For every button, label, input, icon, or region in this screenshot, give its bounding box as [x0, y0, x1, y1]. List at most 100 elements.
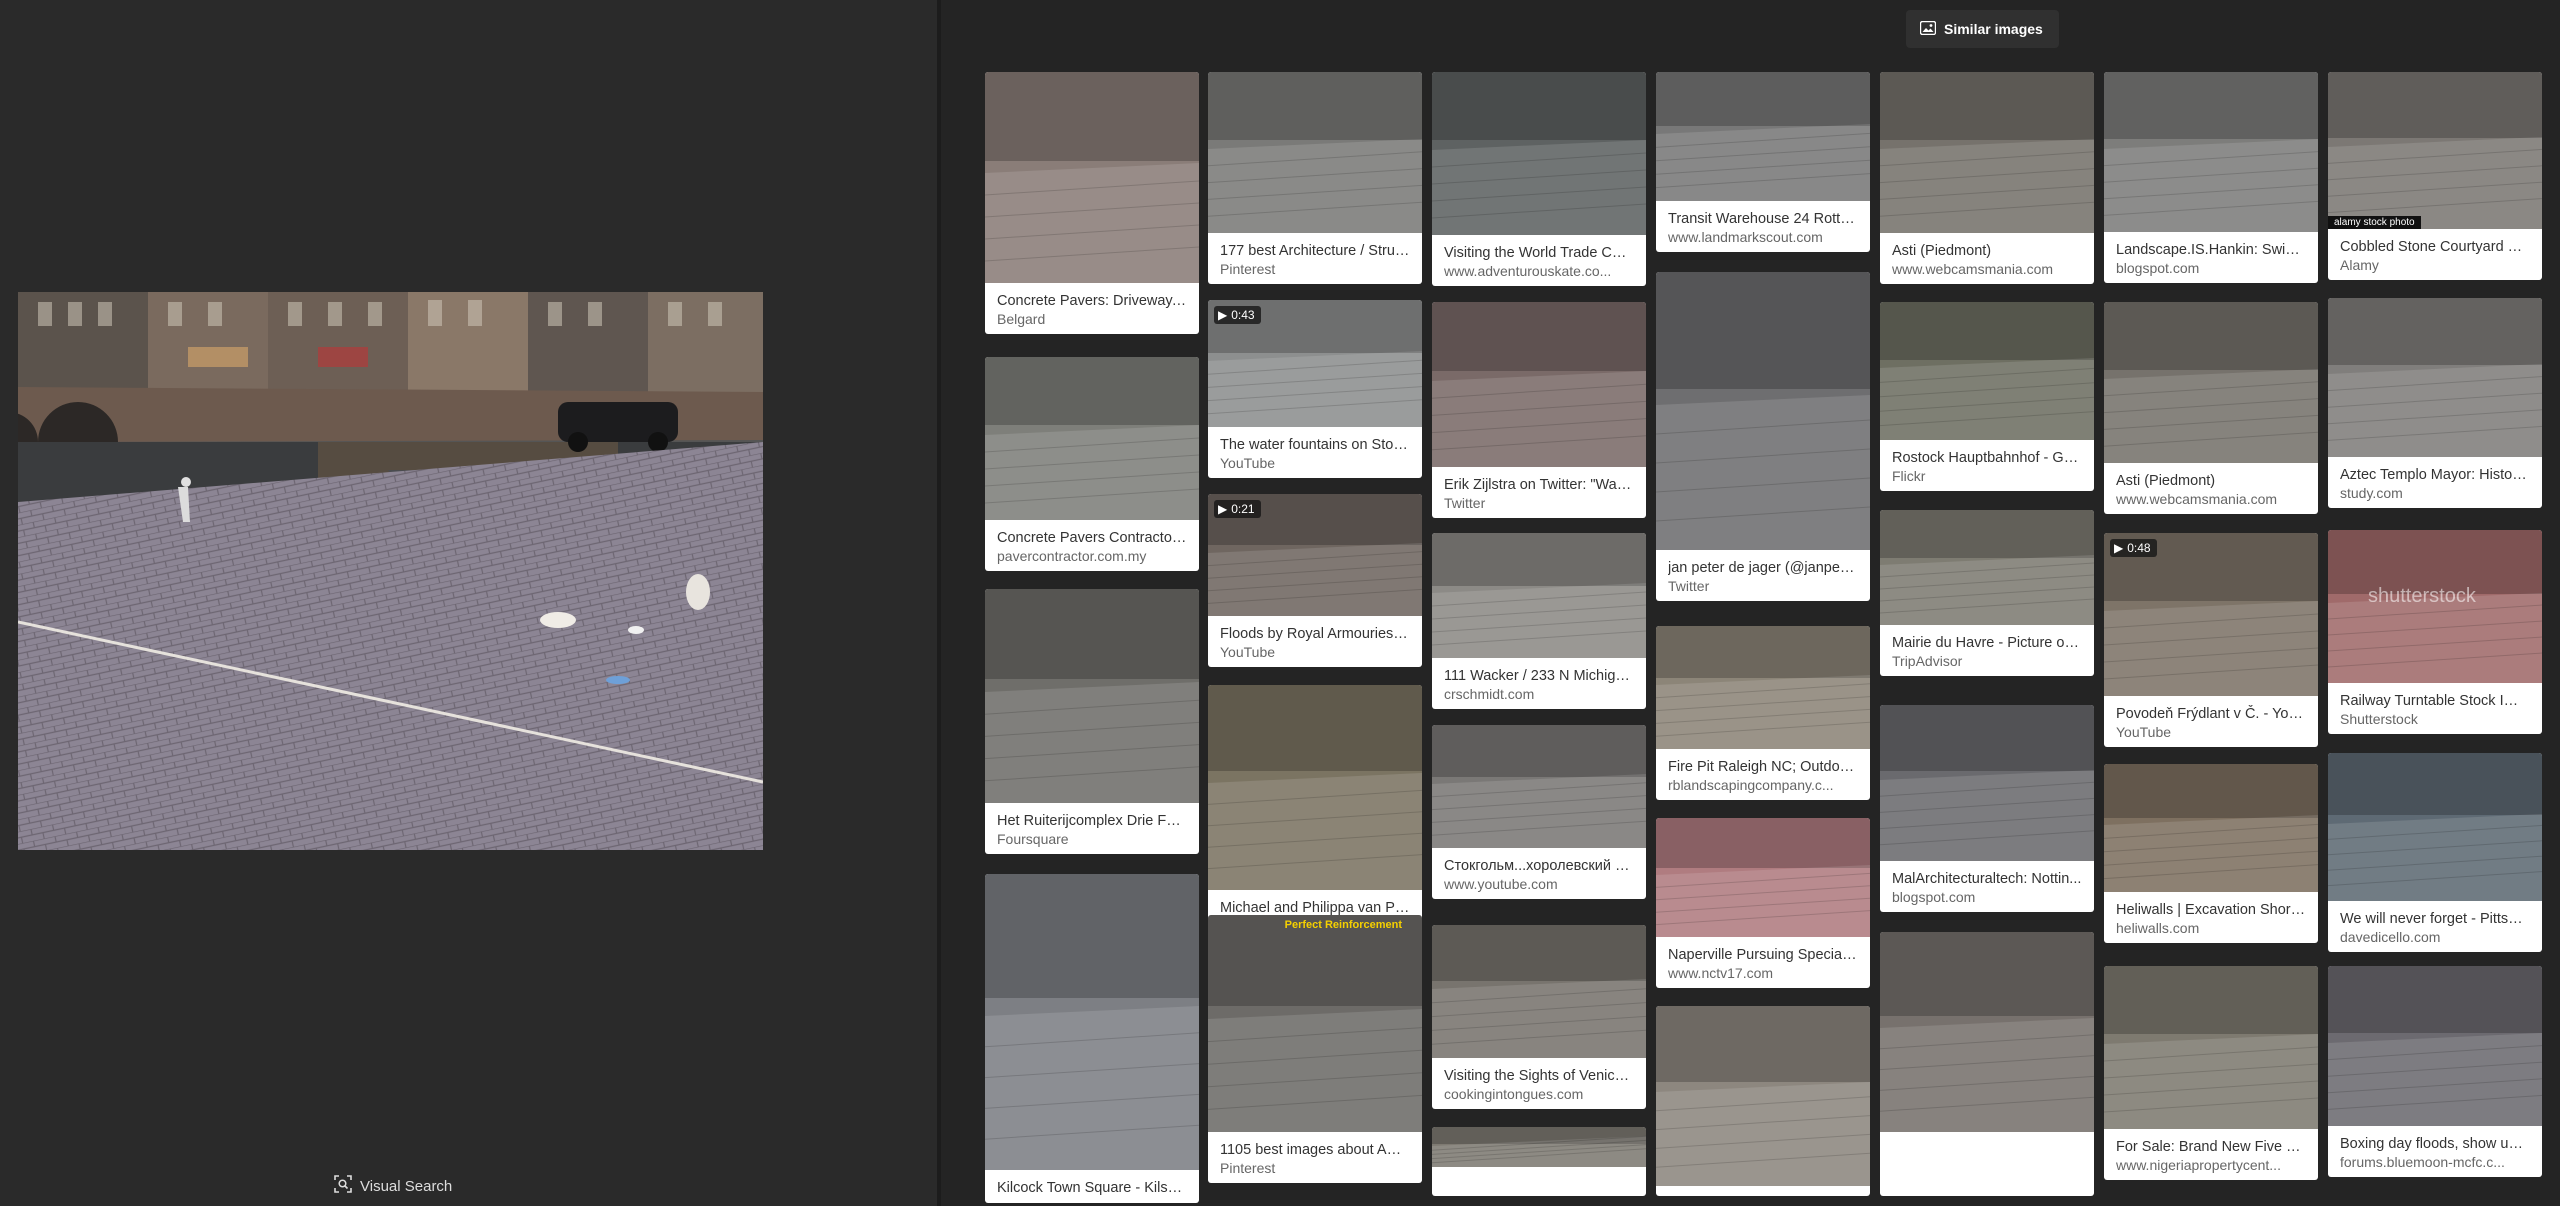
result-card[interactable]: Kilcock Town Square - Kilsar... [985, 874, 1199, 1203]
result-card[interactable]: Heliwalls | Excavation Shorin... heliwall… [2104, 764, 2318, 943]
result-thumbnail[interactable] [1432, 72, 1646, 235]
result-thumbnail[interactable] [1880, 302, 2094, 440]
result-card[interactable]: jan peter de jager (@janpeter... Twitter [1656, 272, 1870, 601]
result-source[interactable]: blogspot.com [2116, 259, 2306, 277]
result-source[interactable]: www.youtube.com [1444, 875, 1634, 893]
result-source[interactable]: Twitter [1444, 494, 1634, 512]
result-title[interactable]: Asti (Piedmont) [2116, 472, 2306, 490]
result-source[interactable]: davedicello.com [2340, 928, 2530, 946]
result-source[interactable]: crschmidt.com [1444, 685, 1634, 703]
result-source[interactable]: YouTube [2116, 723, 2306, 741]
result-thumbnail[interactable]: ▶ 0:43 [1208, 300, 1422, 427]
result-title[interactable]: Rostock Hauptbahnhof - Got... [1892, 449, 2082, 467]
tab-similar-images[interactable]: Similar images [1906, 10, 2059, 48]
result-thumbnail[interactable] [985, 357, 1199, 520]
result-thumbnail[interactable] [1656, 818, 1870, 937]
result-source[interactable]: Pinterest [1220, 1159, 1410, 1177]
result-card[interactable]: Concrete Pavers Contractor ... pavercontr… [985, 357, 1199, 571]
result-thumbnail[interactable] [1432, 925, 1646, 1058]
result-thumbnail[interactable] [985, 72, 1199, 283]
result-thumbnail[interactable] [985, 589, 1199, 803]
result-thumbnail[interactable] [1432, 302, 1646, 467]
result-title[interactable]: MalArchitecturaltech: Nottin... [1892, 870, 2082, 888]
result-card[interactable]: Transit Warehouse 24 Rotter... www.landma… [1656, 72, 1870, 252]
result-title[interactable]: 177 best Architecture / Struc... [1220, 242, 1410, 260]
result-title[interactable]: The water fountains on Stoc... [1220, 436, 1410, 454]
result-title[interactable]: jan peter de jager (@janpeter... [1668, 559, 1858, 577]
result-card[interactable]: ▶ 0:21 Floods by Royal Armouries L... YouTu… [1208, 494, 1422, 667]
result-thumbnail[interactable] [1880, 72, 2094, 233]
result-source[interactable]: www.adventurouskate.co... [1444, 262, 1634, 280]
result-source[interactable]: www.landmarkscout.com [1668, 228, 1858, 246]
result-source[interactable]: Belgard [997, 310, 1187, 328]
result-card[interactable]: Concrete Pavers: Driveway, ... Belgard [985, 72, 1199, 334]
result-source[interactable]: Shutterstock [2340, 710, 2530, 728]
result-title[interactable]: For Sale: Brand New Five Be... [2116, 1138, 2306, 1156]
result-title[interactable]: We will never forget - Pittsbu... [2340, 910, 2530, 928]
result-source[interactable]: blogspot.com [1892, 888, 2082, 906]
result-thumbnail[interactable] [1656, 72, 1870, 201]
result-title[interactable]: Naperville Pursuing Special ... [1668, 946, 1858, 964]
result-thumbnail[interactable] [1656, 1006, 1870, 1186]
result-title[interactable]: Erik Zijlstra on Twitter: "Wat ... [1444, 476, 1634, 494]
result-title[interactable]: Fire Pit Raleigh NC; Outdoor ... [1668, 758, 1858, 776]
result-card[interactable]: For Sale: Brand New Five Be... www.nigeri… [2104, 966, 2318, 1180]
result-card[interactable]: Boxing day floods, show us y... forums.bl… [2328, 966, 2542, 1177]
result-thumbnail[interactable] [1880, 705, 2094, 861]
result-source[interactable]: Twitter [1668, 577, 1858, 595]
result-card[interactable]: 111 Wacker / 233 N Michiga... crschmidt.c… [1432, 533, 1646, 709]
result-card[interactable]: ▶ 0:48 Povodeň Frýdlant v Č. - YouT... YouT… [2104, 533, 2318, 747]
result-title[interactable]: Стокгольм...хоролевский ка... [1444, 857, 1634, 875]
result-title[interactable]: Concrete Pavers Contractor ... [997, 529, 1187, 547]
result-thumbnail[interactable] [1432, 1127, 1646, 1167]
result-title[interactable]: Povodeň Frýdlant v Č. - YouT... [2116, 705, 2306, 723]
result-card[interactable]: Het Ruiterijcomplex Drie Fon... Foursquar… [985, 589, 1199, 854]
result-card[interactable]: Fire Pit Raleigh NC; Outdoor ... rblandsc… [1656, 626, 1870, 800]
result-source[interactable]: cookingintongues.com [1444, 1085, 1634, 1103]
result-card[interactable]: ▶ 0:43 The water fountains on Stoc... YouTu… [1208, 300, 1422, 478]
result-card[interactable]: Visiting the Sights of Venice ... cooking… [1432, 925, 1646, 1109]
result-source[interactable]: www.nctv17.com [1668, 964, 1858, 982]
result-source[interactable]: rblandscapingcompany.c... [1668, 776, 1858, 794]
result-source[interactable]: TripAdvisor [1892, 652, 2082, 670]
result-card[interactable]: Landscape.IS.Hankin: Swiss ... blogspot.c… [2104, 72, 2318, 283]
result-thumbnail[interactable] [1880, 932, 2094, 1132]
result-source[interactable]: Pinterest [1220, 260, 1410, 278]
result-title[interactable]: Floods by Royal Armouries L... [1220, 625, 1410, 643]
result-title[interactable]: Mairie du Havre - Picture of ... [1892, 634, 2082, 652]
result-card[interactable]: 177 best Architecture / Struc... Pinteres… [1208, 72, 1422, 284]
result-card[interactable]: Asti (Piedmont) www.webcamsmania.com [1880, 72, 2094, 284]
result-thumbnail[interactable]: ▶ 0:21 [1208, 494, 1422, 616]
result-card[interactable]: shutterstock Railway Turntable Stock Ima.… [2328, 530, 2542, 734]
result-thumbnail[interactable] [2104, 966, 2318, 1129]
result-card[interactable]: Perfect Reinforcement 1105 best images ab… [1208, 915, 1422, 1183]
result-thumbnail[interactable] [985, 874, 1199, 1170]
result-title[interactable]: 111 Wacker / 233 N Michiga... [1444, 667, 1634, 685]
result-source[interactable]: heliwalls.com [2116, 919, 2306, 937]
result-card[interactable]: Mairie du Havre - Picture of ... TripAdvi… [1880, 510, 2094, 676]
result-source[interactable]: Flickr [1892, 467, 2082, 485]
result-title[interactable]: Het Ruiterijcomplex Drie Fon... [997, 812, 1187, 830]
result-card[interactable]: Asti (Piedmont) www.webcamsmania.com [2104, 302, 2318, 514]
result-card[interactable]: Erik Zijlstra on Twitter: "Wat ... Twitte… [1432, 302, 1646, 518]
result-thumbnail[interactable] [2328, 298, 2542, 457]
result-title[interactable]: Concrete Pavers: Driveway, ... [997, 292, 1187, 310]
result-card[interactable] [1432, 1127, 1646, 1196]
result-source[interactable]: www.webcamsmania.com [1892, 260, 2082, 278]
result-thumbnail[interactable] [1656, 626, 1870, 749]
result-title[interactable]: 1105 best images about Am... [1220, 1141, 1410, 1159]
result-source[interactable]: YouTube [1220, 454, 1410, 472]
result-title[interactable]: Aztec Templo Mayor: History... [2340, 466, 2530, 484]
result-thumbnail[interactable] [2328, 753, 2542, 901]
result-thumbnail[interactable] [1208, 72, 1422, 233]
result-title[interactable]: Chemical Plant Concrete Wal... [1668, 1195, 1858, 1196]
result-thumbnail[interactable] [1432, 725, 1646, 848]
result-thumbnail[interactable] [2328, 966, 2542, 1126]
result-card[interactable]: Naperville Pursuing Special ... www.nctv1… [1656, 818, 1870, 988]
result-card[interactable]: alamy stock photo Cobbled Stone Courtyard… [2328, 72, 2542, 280]
result-card[interactable]: We will never forget - Pittsbu... davedic… [2328, 753, 2542, 952]
result-title[interactable]: Visiting the Sights of Venice ... [1444, 1067, 1634, 1085]
result-thumbnail[interactable]: ▶ 0:48 [2104, 533, 2318, 696]
result-card[interactable]: Michael and Philippa van Pla...blogspot.… [1208, 685, 1422, 941]
result-thumbnail[interactable]: Perfect Reinforcement [1208, 915, 1422, 1132]
